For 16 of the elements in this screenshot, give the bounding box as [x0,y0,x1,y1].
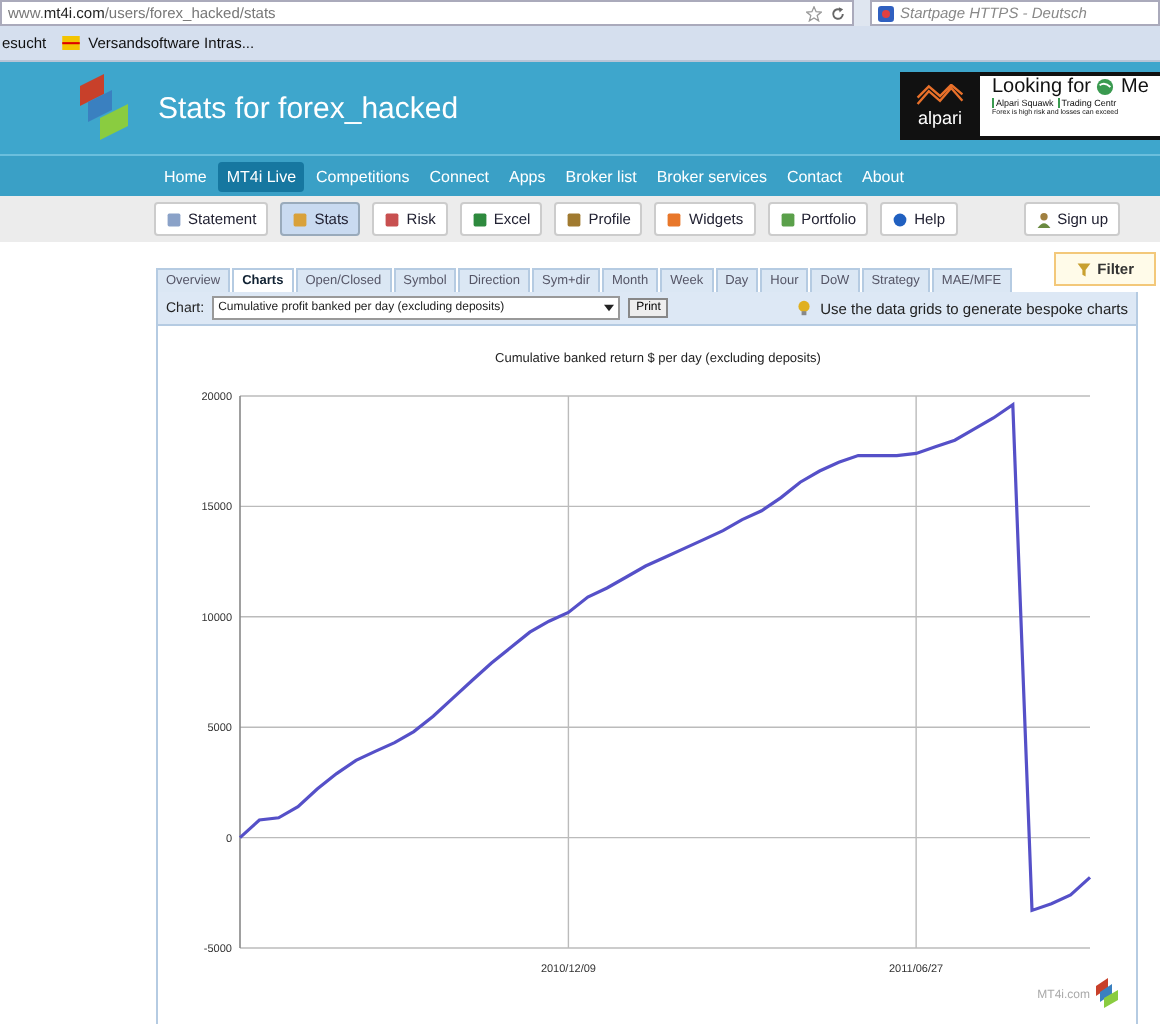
lightbulb-icon [796,300,813,316]
ad-headline: Me [1120,76,1149,98]
search-engine-icon[interactable] [878,5,894,21]
nav-item[interactable]: MT4i Live [218,161,305,191]
funnel-icon [1075,261,1092,277]
waves-icon [916,84,964,108]
reload-icon[interactable] [830,5,846,21]
star-icon[interactable] [806,5,822,21]
ad-headline: Looking for [992,76,1091,98]
globe-icon [1096,78,1115,96]
caret-icon [604,304,615,312]
page-title: Stats for forex_hacked [158,91,459,125]
bookmark-icon [62,36,81,50]
ad-brand: alpari [917,108,962,128]
logo-icon [1096,978,1118,1008]
user-icon [1035,211,1052,227]
